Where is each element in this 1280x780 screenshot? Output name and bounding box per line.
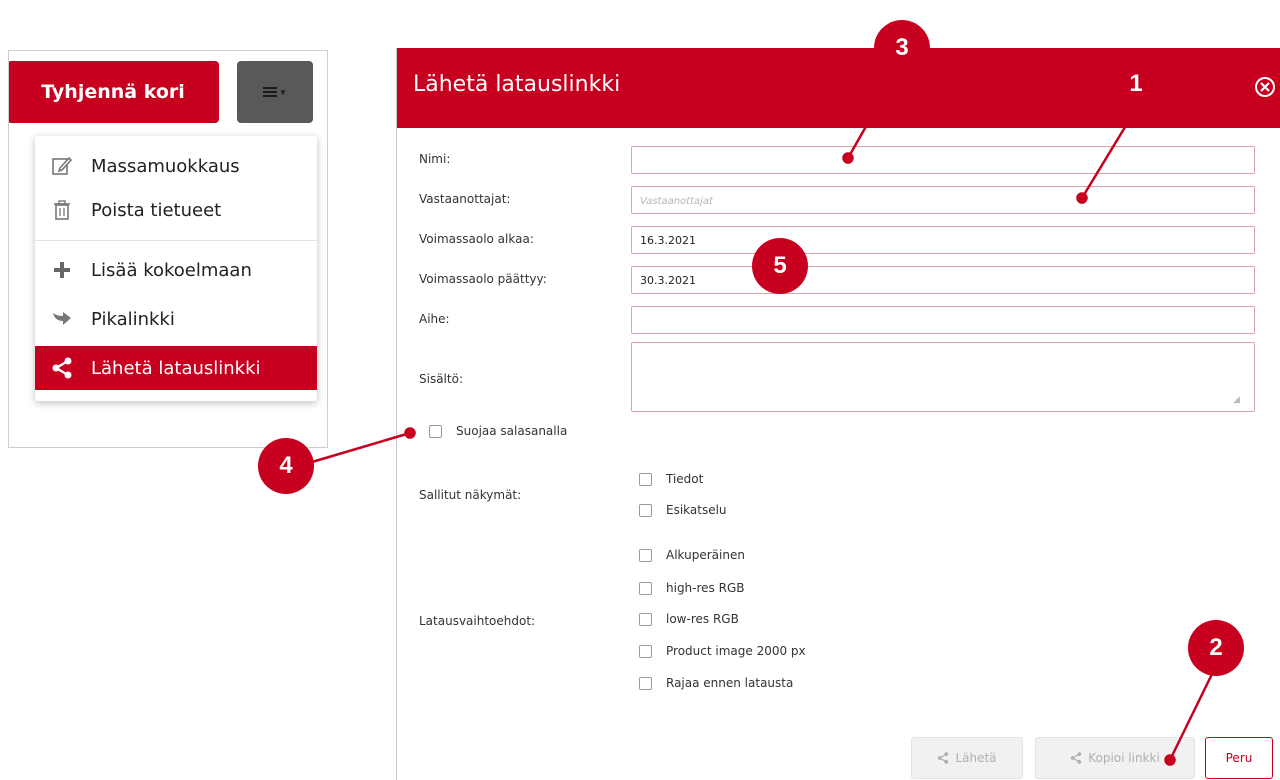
send-download-link-dialog: Lähetä latauslinkki Nimi: Vastaanottajat… xyxy=(396,48,1280,780)
view-preview-checkbox[interactable] xyxy=(639,503,652,517)
option-label: Esikatselu xyxy=(666,503,727,517)
clear-cart-button[interactable]: Tyhjennä kori xyxy=(9,61,219,123)
download-option: Alkuperäinen xyxy=(639,548,745,562)
actions-dropdown: Massamuokkaus Poista tietueet Lisää koko… xyxy=(35,136,317,401)
menu-item-label: Lisää kokoelmaan xyxy=(91,259,252,281)
callout-badge-1: 1 xyxy=(1108,56,1164,112)
send-button[interactable]: Lähetä xyxy=(911,737,1023,779)
download-low-res-checkbox[interactable] xyxy=(639,612,652,626)
valid-from-label: Voimassaolo alkaa: xyxy=(419,232,534,246)
option-label: Alkuperäinen xyxy=(666,548,745,562)
download-options-label: Latausvaihtoehdot: xyxy=(419,614,536,628)
download-high-res-checkbox[interactable] xyxy=(639,581,652,595)
close-dialog-button[interactable] xyxy=(1252,75,1278,101)
allowed-views-label: Sallitut näkymät: xyxy=(419,488,522,502)
share-icon xyxy=(938,752,949,764)
download-option: high-res RGB xyxy=(639,581,744,595)
menu-item-mass-edit[interactable]: Massamuokkaus xyxy=(35,144,317,188)
caret-down-icon: ▼ xyxy=(279,87,287,97)
copy-link-button[interactable]: Kopioi linkki xyxy=(1035,737,1195,779)
option-label: low-res RGB xyxy=(666,612,739,626)
download-original-checkbox[interactable] xyxy=(639,548,652,562)
option-label: high-res RGB xyxy=(666,581,745,595)
callout-badge-3: 3 xyxy=(874,20,930,76)
close-icon xyxy=(1255,76,1275,97)
dialog-title: Lähetä latauslinkki xyxy=(413,72,621,97)
hamburger-icon xyxy=(263,87,278,97)
share-icon xyxy=(49,355,75,381)
menu-item-quick-link[interactable]: Pikalinkki xyxy=(35,297,317,341)
protect-password-label: Suojaa salasanalla xyxy=(456,424,568,438)
name-input[interactable] xyxy=(631,146,1255,174)
trash-icon xyxy=(49,197,75,223)
quick-link-icon xyxy=(49,306,75,332)
menu-item-label: Massamuokkaus xyxy=(91,155,240,177)
valid-from-input[interactable] xyxy=(631,226,1255,254)
content-label: Sisältö: xyxy=(419,372,463,386)
crop-before-download-checkbox[interactable] xyxy=(639,676,652,690)
recipients-input[interactable] xyxy=(631,186,1255,214)
download-option: low-res RGB xyxy=(639,612,739,626)
valid-to-label: Voimassaolo päättyy: xyxy=(419,272,547,286)
edit-icon xyxy=(49,153,75,179)
content-textarea[interactable] xyxy=(631,342,1255,412)
recipients-label: Vastaanottajat: xyxy=(419,192,511,206)
subject-input[interactable] xyxy=(631,306,1255,334)
option-label: Product image 2000 px xyxy=(666,644,806,658)
callout-badge-4: 4 xyxy=(258,438,314,494)
menu-item-send-download-link[interactable]: Lähetä latauslinkki xyxy=(35,346,317,390)
share-icon xyxy=(1071,752,1082,764)
menu-item-label: Pikalinkki xyxy=(91,308,175,330)
protect-password-checkbox[interactable] xyxy=(429,424,442,438)
menu-item-label: Lähetä latauslinkki xyxy=(91,357,261,379)
subject-label: Aihe: xyxy=(419,312,450,326)
callout-badge-2: 2 xyxy=(1188,620,1244,676)
cancel-button[interactable]: Peru xyxy=(1205,737,1273,779)
download-option: Product image 2000 px xyxy=(639,644,806,658)
allowed-view-option: Esikatselu xyxy=(639,503,727,517)
option-label: Rajaa ennen latausta xyxy=(666,676,794,690)
protect-password-row: Suojaa salasanalla xyxy=(429,424,567,438)
menu-item-label: Poista tietueet xyxy=(91,199,222,221)
resize-grip-icon[interactable]: ◢ xyxy=(1233,395,1240,405)
download-option: Rajaa ennen latausta xyxy=(639,676,793,690)
menu-divider xyxy=(35,240,317,241)
cart-panel: Tyhjennä kori ▼ Massamuokkaus Poista tie… xyxy=(8,50,328,448)
menu-item-add-to-collection[interactable]: Lisää kokoelmaan xyxy=(35,248,317,292)
allowed-view-option: Tiedot xyxy=(639,472,703,486)
actions-menu-button[interactable]: ▼ xyxy=(237,61,313,123)
plus-icon xyxy=(49,257,75,283)
option-label: Tiedot xyxy=(666,472,704,486)
name-label: Nimi: xyxy=(419,152,451,166)
callout-badge-5: 5 xyxy=(752,238,808,294)
menu-item-delete-records[interactable]: Poista tietueet xyxy=(35,188,317,232)
view-details-checkbox[interactable] xyxy=(639,472,652,486)
download-product-image-checkbox[interactable] xyxy=(639,644,652,658)
valid-to-input[interactable] xyxy=(631,266,1255,294)
